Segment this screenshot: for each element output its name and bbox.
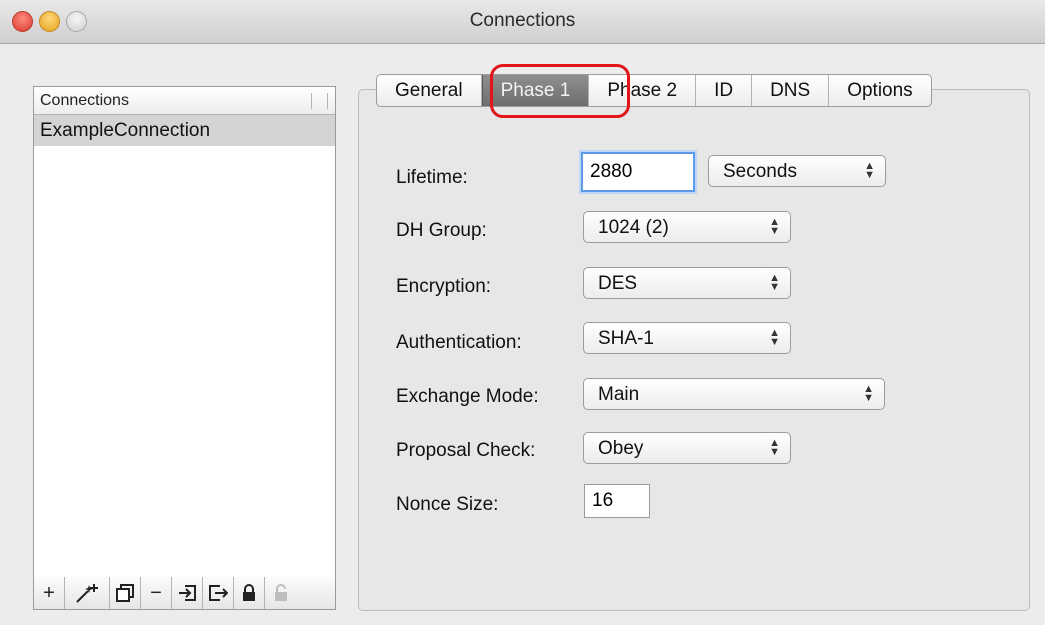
encryption-label: Encryption: [396, 276, 492, 297]
encryption-value: DES [598, 273, 638, 294]
lock-button[interactable] [234, 577, 265, 609]
highlight-annotation [490, 64, 630, 118]
stepper-arrows-icon: ▲ ▼ [769, 272, 780, 293]
connections-list[interactable]: Connections ExampleConnection [33, 86, 336, 578]
authentication-label: Authentication: [396, 332, 522, 353]
dh-group-label: DH Group: [396, 220, 487, 241]
stepper-arrows-icon: ▲ ▼ [769, 437, 780, 458]
import-icon [179, 585, 196, 601]
dh-group-select[interactable]: 1024 (2) ▲ ▼ [583, 211, 791, 243]
stepper-arrows-icon: ▲ ▼ [769, 216, 780, 237]
lifetime-unit-select[interactable]: Seconds ▲ ▼ [708, 155, 886, 187]
exchange-mode-select[interactable]: Main ▲ ▼ [583, 378, 885, 410]
wizard-button[interactable] [65, 577, 110, 609]
unlock-button[interactable] [265, 577, 296, 609]
title-bar: Connections [0, 0, 1045, 44]
lifetime-unit-value: Seconds [723, 161, 797, 182]
nonce-size-label: Nonce Size: [396, 494, 499, 515]
magic-wand-add-icon [76, 584, 98, 603]
connections-column-header: Connections [40, 92, 129, 109]
remove-icon: − [150, 581, 162, 604]
lock-icon [243, 584, 255, 601]
duplicate-button[interactable] [110, 577, 141, 609]
connections-window: Connections Connections ExampleConnectio… [0, 0, 1045, 625]
add-icon: + [43, 581, 55, 604]
authentication-value: SHA-1 [598, 328, 654, 349]
export-button[interactable] [203, 577, 234, 609]
tab-id[interactable]: ID [696, 75, 753, 106]
nonce-size-input[interactable]: 16 [584, 484, 650, 518]
stepper-arrows-icon: ▲ ▼ [863, 383, 874, 404]
tab-dns[interactable]: DNS [752, 75, 830, 106]
encryption-select[interactable]: DES ▲ ▼ [583, 267, 791, 299]
proposal-check-label: Proposal Check: [396, 440, 536, 461]
duplicate-icon [116, 584, 134, 602]
connections-list-header[interactable]: Connections [34, 87, 335, 115]
lifetime-label: Lifetime: [396, 167, 468, 188]
add-connection-button[interactable]: + [34, 577, 65, 609]
unlock-icon [274, 584, 287, 601]
export-icon [209, 585, 228, 601]
list-item[interactable]: ExampleConnection [34, 115, 335, 146]
exchange-mode-value: Main [598, 384, 640, 405]
dh-group-value: 1024 (2) [598, 217, 669, 238]
tab-general[interactable]: General [377, 75, 482, 106]
window-title: Connections [469, 10, 576, 31]
header-divider [311, 93, 312, 109]
exchange-mode-label: Exchange Mode: [396, 386, 539, 407]
tab-bar: General Phase 1 Phase 2 ID DNS Options [376, 74, 932, 107]
remove-connection-button[interactable]: − [141, 577, 172, 609]
authentication-select[interactable]: SHA-1 ▲ ▼ [583, 322, 791, 354]
lifetime-input[interactable]: 2880 [581, 152, 695, 192]
proposal-check-value: Obey [598, 438, 644, 459]
list-toolbar: + − [33, 577, 336, 610]
tab-options[interactable]: Options [829, 75, 930, 106]
stepper-arrows-icon: ▲ ▼ [769, 327, 780, 348]
stepper-arrows-icon: ▲ ▼ [864, 160, 875, 181]
import-button[interactable] [172, 577, 203, 609]
proposal-check-select[interactable]: Obey ▲ ▼ [583, 432, 791, 464]
header-divider [327, 93, 328, 109]
